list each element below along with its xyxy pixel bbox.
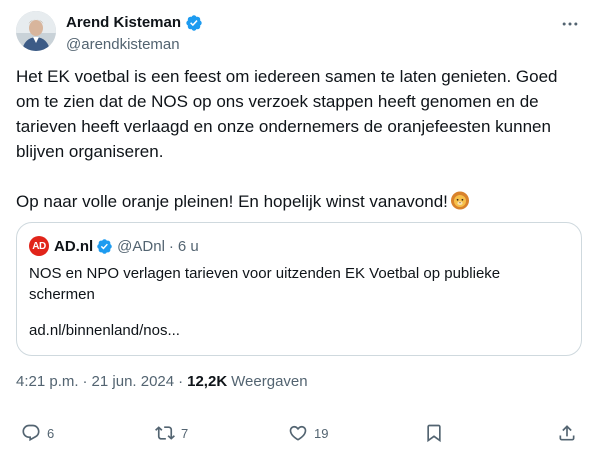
tweet-paragraph-2-text: Op naar volle oranje pleinen! En hopelij… — [16, 192, 448, 211]
share-button[interactable] — [557, 422, 577, 444]
user-avatar-icon — [16, 11, 56, 51]
quoted-avatar[interactable]: AD — [29, 236, 49, 256]
retweet-button[interactable]: 7 — [155, 422, 188, 444]
reply-count: 6 — [47, 425, 55, 441]
more-horizontal-icon — [562, 22, 578, 26]
like-count: 19 — [314, 425, 329, 441]
avatar[interactable] — [16, 11, 56, 51]
like-button[interactable]: 19 — [288, 422, 328, 444]
meta-dot: · — [178, 373, 184, 390]
quoted-tweet-card[interactable]: AD AD.nl @ADnl · 6 u NOS en NPO verlagen… — [16, 222, 582, 356]
tweet-meta: 4:21 p.m. · 21 jun. 2024 · 12,2K Weergav… — [16, 372, 308, 392]
retweet-icon — [155, 426, 175, 440]
retweet-count: 7 — [181, 425, 189, 441]
bookmark-icon — [427, 424, 441, 443]
tweet-time[interactable]: 4:21 p.m. — [16, 372, 79, 392]
more-options-button[interactable] — [558, 12, 582, 36]
tweet-paragraph-2: Op naar volle oranje pleinen! En hopelij… — [16, 189, 582, 214]
bookmark-button[interactable] — [424, 422, 444, 444]
share-icon — [559, 425, 575, 441]
reply-button[interactable]: 6 — [21, 422, 54, 444]
quoted-handle: @ADnl — [117, 237, 165, 255]
views-label: Weergaven — [231, 373, 308, 390]
reply-icon — [22, 424, 40, 442]
quoted-tweet-text: NOS en NPO verlagen tarieven voor uitzen… — [29, 265, 501, 303]
quoted-display-name[interactable]: AD.nl — [54, 238, 93, 255]
meta-dot: · — [82, 373, 88, 390]
verified-badge-icon — [96, 238, 113, 255]
quoted-time[interactable]: 6 u — [178, 238, 199, 255]
tweet-date[interactable]: 21 jun. 2024 — [92, 372, 175, 392]
lion-face-icon — [450, 190, 470, 210]
handle[interactable]: @arendkisteman — [66, 35, 203, 55]
verified-badge-icon[interactable] — [185, 14, 203, 32]
quoted-dot: · — [168, 237, 174, 255]
heart-icon — [289, 425, 307, 441]
quoted-link[interactable]: ad.nl/binnenland/nos... — [29, 320, 180, 341]
action-bar: 6 7 19 — [0, 412, 598, 452]
quoted-tweet-header: AD AD.nl @ADnl · 6 u — [29, 236, 199, 256]
author-block: Arend Kisteman @arendkisteman — [66, 13, 203, 55]
tweet-text: Het EK voetbal is een feest om iedereen … — [16, 64, 582, 214]
tweet-paragraph-1: Het EK voetbal is een feest om iedereen … — [16, 67, 558, 161]
views-count[interactable]: 12,2K — [187, 372, 227, 392]
display-name[interactable]: Arend Kisteman — [66, 13, 181, 33]
tweet: Arend Kisteman @arendkisteman Het EK voe… — [0, 0, 598, 456]
